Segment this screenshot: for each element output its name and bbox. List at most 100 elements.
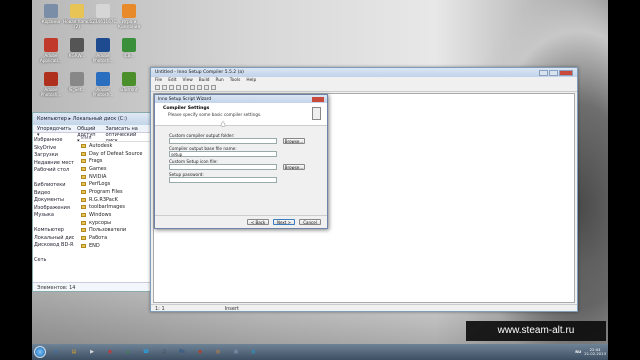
new-file-icon[interactable] bbox=[155, 85, 160, 90]
help-icon[interactable] bbox=[211, 85, 216, 90]
desktop-icon[interactable]: ICB... bbox=[114, 38, 144, 58]
file-row[interactable]: Frags bbox=[77, 157, 151, 165]
nav-item[interactable]: Локальный диск (C:) bbox=[34, 235, 74, 243]
file-row[interactable]: Day of Defeat Source bbox=[77, 150, 151, 158]
file-row[interactable]: Windows bbox=[77, 211, 151, 219]
browse-folder-button[interactable]: Browse... bbox=[283, 138, 305, 144]
close-icon[interactable] bbox=[312, 96, 324, 102]
output-folder-input[interactable] bbox=[169, 138, 277, 144]
menu-item-edit[interactable]: Edit bbox=[168, 78, 176, 83]
nav-item[interactable]: Рабочий стол bbox=[34, 167, 74, 175]
burn-button[interactable]: Записать на оптический диск bbox=[105, 126, 147, 144]
taskbar-app-icon[interactable]: ◐ bbox=[247, 346, 261, 358]
save-icon[interactable] bbox=[169, 85, 174, 90]
nav-item[interactable]: Сеть bbox=[34, 257, 74, 265]
script-wizard-dialog[interactable]: Inno Setup Script Wizard Compiler Settin… bbox=[154, 94, 328, 229]
desktop-icon[interactable]: uTorrent bbox=[114, 72, 144, 92]
file-row[interactable]: Autodesk bbox=[77, 142, 151, 150]
nav-item[interactable]: Библиотеки bbox=[34, 182, 74, 190]
file-name: END bbox=[89, 242, 100, 249]
taskbar-app-icon[interactable]: Ps bbox=[175, 346, 189, 358]
next-button[interactable]: Next > bbox=[273, 219, 295, 225]
app-icon bbox=[122, 4, 136, 18]
explorer-file-list: Имя Autodesk Day of Defeat Source Frags Gam… bbox=[77, 135, 151, 285]
file-row[interactable]: NVIDIA bbox=[77, 173, 151, 181]
base-filename-input[interactable]: setup bbox=[169, 151, 277, 157]
file-row[interactable]: PerfLogs bbox=[77, 180, 151, 188]
compile-icon[interactable] bbox=[176, 85, 181, 90]
run-icon[interactable] bbox=[190, 85, 195, 90]
explorer-window[interactable]: Компьютер ▸ Локальный диск (C:) Упорядоч… bbox=[32, 112, 152, 292]
file-name: курсоры bbox=[89, 219, 112, 226]
setup-icon-input[interactable] bbox=[169, 164, 277, 170]
nav-item[interactable]: SkyDrive bbox=[34, 145, 74, 153]
app-icon bbox=[44, 72, 58, 86]
desktop-icon-label: uTorrent bbox=[120, 87, 138, 92]
column-header-name[interactable]: Имя bbox=[77, 135, 151, 142]
taskbar-app-icon[interactable]: e bbox=[49, 346, 63, 358]
file-name: Games bbox=[89, 165, 107, 172]
stop-compile-icon[interactable] bbox=[183, 85, 188, 90]
nav-item[interactable]: Документы bbox=[34, 197, 74, 205]
nav-item[interactable] bbox=[34, 175, 74, 183]
browse-icon-button[interactable]: Browse... bbox=[283, 164, 305, 170]
cursor-position: 1: 1 bbox=[155, 306, 165, 312]
language-indicator[interactable]: RU bbox=[575, 350, 581, 354]
menu-item-view[interactable]: View bbox=[183, 78, 193, 83]
taskbar-app-icon[interactable]: ◉ bbox=[103, 346, 117, 358]
file-name: R.G.R3PacK bbox=[89, 196, 118, 203]
wizard-heading: Compiler Settings bbox=[163, 106, 210, 111]
desktop-icon[interactable]: Игра и Компания bbox=[114, 4, 144, 29]
nav-item[interactable]: Компьютер bbox=[34, 227, 74, 235]
nav-item[interactable]: Недавние места bbox=[34, 160, 74, 168]
taskbar-app-icon[interactable]: ▶ bbox=[85, 346, 99, 358]
file-name: Day of Defeat Source bbox=[89, 150, 143, 157]
file-row[interactable]: END bbox=[77, 242, 151, 250]
explorer-breadcrumb[interactable]: Компьютер ▸ Локальный диск (C:) bbox=[33, 113, 151, 125]
file-row[interactable]: Пользователи bbox=[77, 227, 151, 235]
terminate-icon[interactable] bbox=[204, 85, 209, 90]
close-icon[interactable] bbox=[559, 69, 573, 76]
inno-statusbar: 1: 1 Insert bbox=[151, 304, 577, 312]
menu-item-file[interactable]: File bbox=[155, 78, 162, 83]
taskbar-app-icon[interactable]: ◎ bbox=[211, 346, 225, 358]
file-row[interactable]: Games bbox=[77, 165, 151, 173]
back-button[interactable]: < Back bbox=[247, 219, 269, 225]
taskbar-app-icon[interactable]: ☎ bbox=[139, 346, 153, 358]
menu-item-run[interactable]: Run bbox=[216, 78, 224, 83]
nav-item[interactable]: Избранное bbox=[34, 137, 74, 145]
nav-item[interactable]: Дисковод BD-ROM bbox=[34, 242, 74, 250]
app-icon bbox=[96, 38, 110, 52]
open-file-icon[interactable] bbox=[162, 85, 167, 90]
wizard-footer: < Back Next > Cancel bbox=[155, 215, 327, 228]
organize-button[interactable]: Упорядочить ▾ bbox=[37, 126, 71, 138]
taskbar-app-icon[interactable]: ▤ bbox=[67, 346, 81, 358]
cancel-button[interactable]: Cancel bbox=[299, 219, 321, 225]
nav-item[interactable] bbox=[34, 220, 74, 228]
menu-item-help[interactable]: Help bbox=[246, 78, 256, 83]
nav-item[interactable]: Загрузки bbox=[34, 152, 74, 160]
nav-item[interactable]: Музыка bbox=[34, 212, 74, 220]
menu-item-build[interactable]: Build bbox=[199, 78, 210, 83]
share-button[interactable]: Общий доступ ▾ bbox=[77, 126, 99, 144]
password-input[interactable] bbox=[169, 177, 277, 183]
menu-item-tools[interactable]: Tools bbox=[230, 78, 241, 83]
taskbar-app-icon[interactable]: µ bbox=[121, 346, 135, 358]
file-row[interactable]: Program Files bbox=[77, 188, 151, 196]
clock[interactable]: 22:04 21.02.2013 bbox=[584, 348, 606, 356]
file-row[interactable]: toolbarImages bbox=[77, 204, 151, 212]
file-row[interactable]: курсоры bbox=[77, 219, 151, 227]
taskbar-app-icon[interactable]: ♫ bbox=[157, 346, 171, 358]
minimize-icon[interactable] bbox=[539, 69, 548, 76]
nav-item[interactable]: Изображения bbox=[34, 205, 74, 213]
folder-icon bbox=[81, 236, 86, 241]
start-button[interactable] bbox=[34, 346, 46, 358]
maximize-icon[interactable] bbox=[549, 69, 558, 76]
pause-icon[interactable] bbox=[197, 85, 202, 90]
taskbar-app-icon[interactable]: ◆ bbox=[193, 346, 207, 358]
nav-item[interactable]: Видео bbox=[34, 190, 74, 198]
file-row[interactable]: R.G.R3PacK bbox=[77, 196, 151, 204]
file-row[interactable]: Работа bbox=[77, 234, 151, 242]
nav-item[interactable] bbox=[34, 250, 74, 258]
taskbar-app-icon[interactable]: ▣ bbox=[229, 346, 243, 358]
